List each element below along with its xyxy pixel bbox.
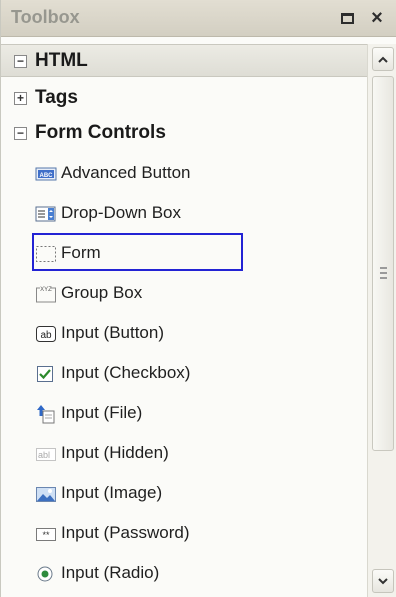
toolbox-titlebar: Toolbox × bbox=[1, 0, 396, 37]
toolbox-panel: Toolbox × − HTML + Tags − Form Controls … bbox=[0, 0, 396, 597]
toolbox-item-label: Input (Hidden) bbox=[61, 443, 169, 462]
toolbox-item-input-hidden[interactable]: abl Input (Hidden) bbox=[1, 434, 367, 474]
toolbox-item-label: Input (Button) bbox=[61, 323, 165, 342]
input-radio-icon bbox=[37, 566, 53, 582]
close-icon: × bbox=[371, 7, 383, 29]
toolbox-item-input-button[interactable]: ab Input (Button) bbox=[1, 314, 367, 354]
category-form-controls[interactable]: − Form Controls bbox=[1, 118, 367, 150]
category-tags[interactable]: + Tags bbox=[1, 83, 367, 115]
vertical-scrollbar[interactable] bbox=[367, 44, 396, 597]
svg-text:abl: abl bbox=[38, 450, 50, 460]
expand-icon[interactable]: + bbox=[14, 92, 27, 105]
group-box-icon: XYZ bbox=[36, 287, 56, 303]
dropdown-box-icon bbox=[35, 206, 56, 222]
svg-text:ABC: ABC bbox=[40, 173, 54, 179]
toolbox-item-input-checkbox[interactable]: Input (Checkbox) bbox=[1, 354, 367, 394]
toolbox-item-label: Advanced Button bbox=[61, 163, 191, 182]
restore-icon bbox=[340, 12, 354, 24]
input-password-icon: ** bbox=[36, 528, 56, 541]
input-file-icon bbox=[37, 405, 55, 424]
svg-text:ab: ab bbox=[40, 330, 52, 341]
scroll-down-button[interactable] bbox=[372, 569, 394, 593]
collapse-icon[interactable]: − bbox=[14, 55, 27, 68]
toolbox-item-label: Drop-Down Box bbox=[61, 203, 181, 222]
input-button-icon: ab bbox=[36, 326, 56, 342]
toolbox-item-input-password[interactable]: ** Input (Password) bbox=[1, 514, 367, 554]
toolbox-item-advanced-button[interactable]: ABC Advanced Button bbox=[1, 154, 367, 194]
category-form-controls-label: Form Controls bbox=[35, 122, 166, 143]
svg-text:**: ** bbox=[42, 530, 50, 540]
svg-text:XYZ: XYZ bbox=[40, 287, 52, 293]
toolbox-item-input-image[interactable]: Input (Image) bbox=[1, 474, 367, 514]
scroll-thumb[interactable] bbox=[372, 76, 394, 451]
category-tags-label: Tags bbox=[35, 87, 78, 108]
toolbox-item-input-radio[interactable]: Input (Radio) bbox=[1, 554, 367, 594]
toolbox-item-group-box[interactable]: XYZ Group Box bbox=[1, 274, 367, 314]
toolbox-item-label: Input (Radio) bbox=[61, 563, 160, 582]
toolbox-item-label: Input (Password) bbox=[61, 523, 190, 542]
chevron-down-icon bbox=[378, 577, 388, 584]
toolbox-item-label: Input (Checkbox) bbox=[61, 363, 191, 382]
toolbox-item-label: Input (File) bbox=[61, 403, 143, 422]
input-image-icon bbox=[36, 487, 56, 502]
chevron-up-icon bbox=[378, 56, 388, 63]
toolbox-item-label: Group Box bbox=[61, 283, 143, 302]
input-hidden-icon: abl bbox=[36, 448, 56, 461]
toolbox-item-input-file[interactable]: Input (File) bbox=[1, 394, 367, 434]
selection-highlight bbox=[32, 233, 243, 271]
close-button[interactable]: × bbox=[367, 8, 387, 28]
advanced-button-icon: ABC bbox=[35, 167, 57, 181]
category-html[interactable]: − HTML bbox=[1, 44, 367, 77]
toolbox-title: Toolbox bbox=[11, 7, 80, 27]
toolbox-item-dropdown-box[interactable]: Drop-Down Box bbox=[1, 194, 367, 234]
toolbox-item-label: Input (Image) bbox=[61, 483, 163, 502]
restore-button[interactable] bbox=[337, 8, 357, 28]
input-checkbox-icon bbox=[37, 366, 53, 382]
grip-icon bbox=[380, 267, 387, 279]
collapse-icon[interactable]: − bbox=[14, 127, 27, 140]
scroll-up-button[interactable] bbox=[372, 47, 394, 71]
category-html-label: HTML bbox=[35, 50, 88, 71]
